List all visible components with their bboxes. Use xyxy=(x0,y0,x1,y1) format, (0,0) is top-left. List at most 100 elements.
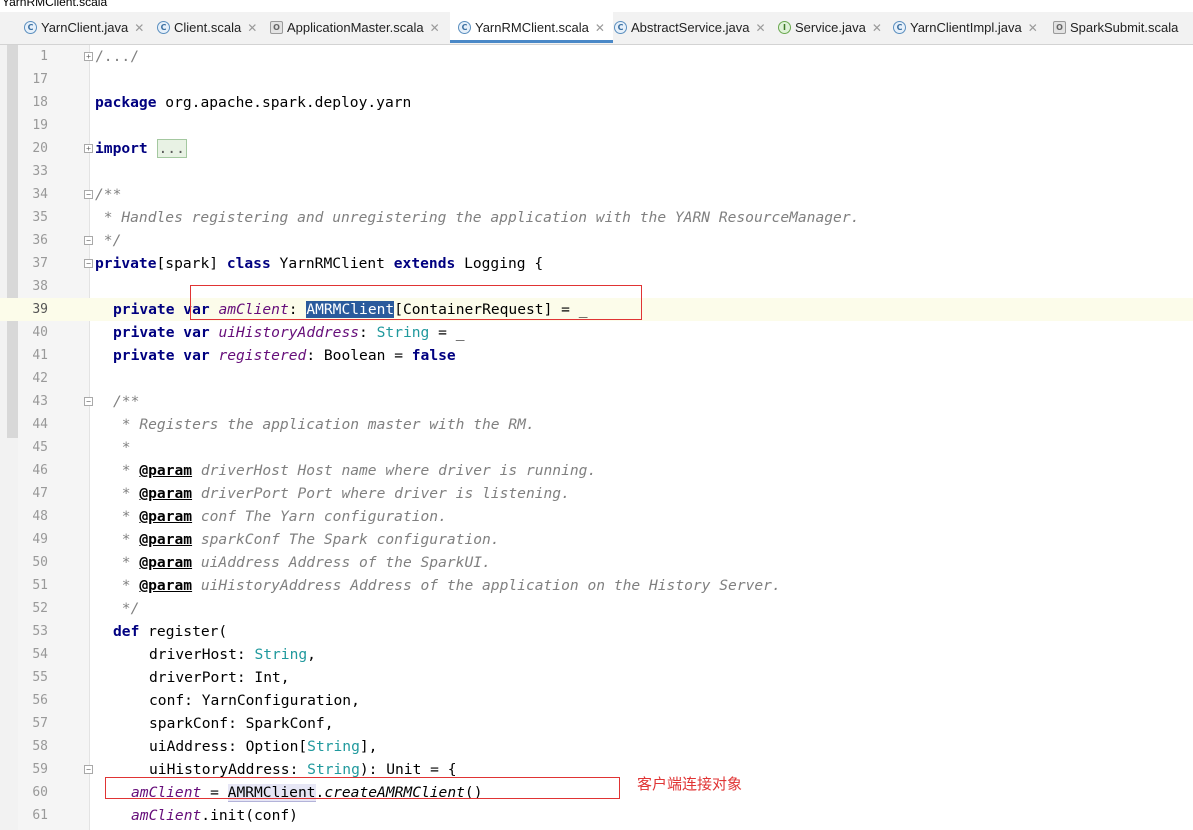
tab-client-scala[interactable]: C Client.scala ✕ xyxy=(157,12,257,43)
close-icon[interactable]: ✕ xyxy=(247,21,257,35)
close-icon[interactable]: ✕ xyxy=(134,21,144,35)
code-line[interactable]: 42 xyxy=(0,367,1193,390)
type-name: String xyxy=(376,324,430,341)
tab-label: SparkSubmit.scala xyxy=(1070,20,1179,35)
code-line[interactable]: 41 private var registered: Boolean = fal… xyxy=(0,344,1193,367)
line-number: 35 xyxy=(32,210,48,225)
code-line[interactable]: 35 * Handles registering and unregisteri… xyxy=(0,206,1193,229)
code-line[interactable]: 52 */ xyxy=(0,597,1193,620)
code-line[interactable]: 48 * @param conf The Yarn configuration. xyxy=(0,505,1193,528)
folded-imports[interactable]: ... xyxy=(156,139,187,158)
keyword: private xyxy=(95,255,157,272)
close-icon[interactable]: ✕ xyxy=(756,21,766,35)
fold-collapse-icon[interactable]: − xyxy=(84,190,93,199)
line-number: 50 xyxy=(32,555,48,570)
line-number: 33 xyxy=(32,164,48,179)
doc-comment: * Registers the application master with … xyxy=(113,416,535,433)
code-line[interactable]: 57 sparkConf: SparkConf, xyxy=(0,712,1193,735)
fold-collapse-icon[interactable]: − xyxy=(84,259,93,268)
fold-collapse-icon[interactable]: − xyxy=(84,236,93,245)
code-text: Logging { xyxy=(455,255,544,272)
line-number: 38 xyxy=(32,279,48,294)
code-line[interactable]: 49 * @param sparkConf The Spark configur… xyxy=(0,528,1193,551)
code-line[interactable]: 33 xyxy=(0,160,1193,183)
code-text: = _ xyxy=(429,324,465,341)
line-number: 57 xyxy=(32,716,48,731)
class-icon: C xyxy=(614,21,627,34)
doc-comment: sparkConf The Spark configuration. xyxy=(192,531,500,548)
code-line[interactable]: 58 uiAddress: Option[String], xyxy=(0,735,1193,758)
type-name: String xyxy=(307,761,360,778)
code-line[interactable]: 50 * @param uiAddress Address of the Spa… xyxy=(0,551,1193,574)
code-line[interactable]: 19 xyxy=(0,114,1193,137)
package-name: org.apache.spark.deploy.yarn xyxy=(156,94,412,111)
keyword: def xyxy=(113,623,140,640)
line-number: 19 xyxy=(32,118,48,133)
keyword: import xyxy=(95,140,148,157)
code-line[interactable]: 61 amClient.init(conf) xyxy=(0,804,1193,827)
tab-applicationmaster-scala[interactable]: O ApplicationMaster.scala ✕ xyxy=(270,12,440,43)
code-line[interactable]: 37 − private[spark] class YarnRMClient e… xyxy=(0,252,1193,275)
code-line[interactable]: 44 * Registers the application master wi… xyxy=(0,413,1193,436)
window-title: YarnRMClient.scala xyxy=(2,0,108,9)
code-line[interactable]: 34 − /** xyxy=(0,183,1193,206)
code-line[interactable]: 54 driverHost: String, xyxy=(0,643,1193,666)
code-line[interactable]: 43 − /** xyxy=(0,390,1193,413)
line-number: 47 xyxy=(32,486,48,501)
field-name: uiHistoryAddress xyxy=(218,324,360,341)
code-line[interactable]: 47 * @param driverPort Port where driver… xyxy=(0,482,1193,505)
param-name: uiHistoryAddress: xyxy=(149,761,308,778)
line-number: 60 xyxy=(32,785,48,800)
class-name: YarnRMClient xyxy=(270,255,394,272)
code-line[interactable]: 46 * @param driverHost Host name where d… xyxy=(0,459,1193,482)
tab-label: YarnRMClient.scala xyxy=(475,20,589,35)
doc-comment: */ xyxy=(95,232,122,249)
doc-comment: driverHost Host name where driver is run… xyxy=(192,462,597,479)
folded-comment[interactable]: /.../ xyxy=(95,48,139,65)
tab-yarnrmclient-scala[interactable]: C YarnRMClient.scala ✕ xyxy=(450,12,613,43)
code-line[interactable]: 1 + /.../ xyxy=(0,45,1193,68)
keyword: private var xyxy=(113,347,210,364)
fold-expand-icon[interactable]: + xyxy=(84,144,93,153)
param-tag: @param xyxy=(139,485,193,502)
tab-service-java[interactable]: I Service.java ✕ xyxy=(778,12,882,43)
tab-abstractservice-java[interactable]: C AbstractService.java ✕ xyxy=(614,12,766,43)
code-line[interactable]: 51 * @param uiHistoryAddress Address of … xyxy=(0,574,1193,597)
tab-yarnclient-java[interactable]: C YarnClient.java ✕ xyxy=(24,12,144,43)
close-icon[interactable]: ✕ xyxy=(872,21,882,35)
doc-comment: */ xyxy=(113,600,140,617)
code-text: ], xyxy=(359,738,378,755)
line-number: 56 xyxy=(32,693,48,708)
code-text: .init(conf) xyxy=(201,807,298,824)
keyword: private var xyxy=(113,324,210,341)
code-line[interactable]: 56 conf: YarnConfiguration, xyxy=(0,689,1193,712)
method-signature: register( xyxy=(139,623,228,640)
param-tag: @param xyxy=(139,462,193,479)
fold-collapse-icon[interactable]: − xyxy=(84,397,93,406)
code-line[interactable]: 36 − */ xyxy=(0,229,1193,252)
code-text: , xyxy=(307,646,316,663)
code-line[interactable]: 17 xyxy=(0,68,1193,91)
close-icon[interactable]: ✕ xyxy=(1028,21,1038,35)
line-number: 41 xyxy=(32,348,48,363)
tab-sparksubmit-scala[interactable]: O SparkSubmit.scala xyxy=(1053,12,1178,43)
code-editor[interactable]: 1 + /.../ 17 18 package org.apache.spark… xyxy=(0,45,1193,830)
close-icon[interactable]: ✕ xyxy=(430,21,440,35)
doc-comment: uiAddress Address of the SparkUI. xyxy=(192,554,491,571)
code-line[interactable]: 45 * xyxy=(0,436,1193,459)
class-icon: C xyxy=(157,21,170,34)
tab-yarnclientimpl-java[interactable]: C YarnClientImpl.java ✕ xyxy=(893,12,1038,43)
code-line[interactable]: 40 private var uiHistoryAddress: String … xyxy=(0,321,1193,344)
fold-collapse-icon[interactable]: − xyxy=(84,765,93,774)
fold-expand-icon[interactable]: + xyxy=(84,52,93,61)
code-line[interactable]: 53 def register( xyxy=(0,620,1193,643)
param-tag: @param xyxy=(139,531,193,548)
tab-label: YarnClient.java xyxy=(41,20,129,35)
tab-label: Service.java xyxy=(795,20,866,35)
code-line[interactable]: 55 driverPort: Int, xyxy=(0,666,1193,689)
code-line[interactable]: 20 + import ... xyxy=(0,137,1193,160)
line-number: 45 xyxy=(32,440,48,455)
code-line[interactable]: 18 package org.apache.spark.deploy.yarn xyxy=(0,91,1193,114)
close-icon[interactable]: ✕ xyxy=(595,21,605,35)
line-number: 61 xyxy=(32,808,48,823)
